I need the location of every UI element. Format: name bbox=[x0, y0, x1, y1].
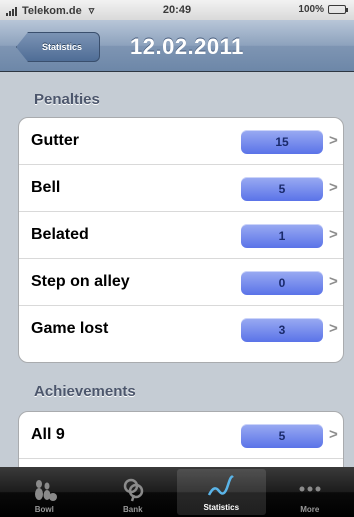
coins-icon bbox=[119, 475, 147, 503]
table-row-all-9[interactable]: All 9 5 > bbox=[19, 412, 343, 459]
tab-label: Bank bbox=[122, 505, 143, 514]
chevron-right-icon: > bbox=[329, 320, 338, 337]
tab-bar: Bowl Bank Statistics More bbox=[0, 467, 354, 517]
chevron-right-icon: > bbox=[329, 273, 338, 290]
table-row-gutter[interactable]: Gutter 15 > bbox=[19, 118, 343, 165]
chevron-right-icon: > bbox=[329, 179, 338, 196]
achievements-group: All 9 5 > bbox=[18, 411, 344, 467]
table-row-belated[interactable]: Belated 1 > bbox=[19, 212, 343, 259]
penalties-group: Gutter 15 > Bell 5 > Belated 1 > Step on… bbox=[18, 117, 344, 363]
tab-bank[interactable]: Bank bbox=[89, 467, 178, 517]
tab-label: Bowl bbox=[34, 505, 54, 514]
tab-label: Statistics bbox=[203, 503, 240, 512]
tab-bowl[interactable]: Bowl bbox=[0, 467, 89, 517]
chevron-right-icon: > bbox=[329, 132, 338, 149]
count-badge: 0 bbox=[241, 271, 323, 295]
row-label: Bell bbox=[31, 179, 61, 196]
bowling-pins-icon bbox=[30, 475, 58, 503]
battery-percent: 100% bbox=[298, 4, 324, 15]
line-graph-icon bbox=[207, 473, 235, 501]
chevron-right-icon: > bbox=[329, 426, 338, 443]
chevron-right-icon: > bbox=[329, 226, 338, 243]
tab-statistics[interactable]: Statistics bbox=[177, 469, 266, 515]
table-row-step-on-alley[interactable]: Step on alley 0 > bbox=[19, 259, 343, 306]
table-row-bell[interactable]: Bell 5 > bbox=[19, 165, 343, 212]
tab-label: More bbox=[300, 505, 320, 514]
statistics-table[interactable]: Penalties Gutter 15 > Bell 5 > Belated 1… bbox=[0, 73, 354, 467]
tab-more[interactable]: More bbox=[266, 467, 354, 517]
row-label: Belated bbox=[31, 226, 89, 243]
battery-status: 100% bbox=[298, 4, 348, 15]
row-label: All 9 bbox=[31, 426, 65, 443]
status-bar: Telekom.de ▿ 20:49 100% bbox=[0, 0, 354, 20]
count-badge: 1 bbox=[241, 224, 323, 248]
back-button[interactable]: Statistics bbox=[16, 32, 100, 62]
section-header-penalties: Penalties bbox=[34, 91, 100, 108]
table-row-partial[interactable] bbox=[19, 459, 343, 467]
navigation-bar: Statistics 12.02.2011 bbox=[0, 20, 354, 72]
count-badge: 3 bbox=[241, 318, 323, 342]
table-row-game-lost[interactable]: Game lost 3 > bbox=[19, 306, 343, 353]
row-label: Step on alley bbox=[31, 273, 130, 290]
count-badge: 5 bbox=[241, 424, 323, 448]
row-label: Game lost bbox=[31, 320, 109, 337]
count-badge: 5 bbox=[241, 177, 323, 201]
section-header-achievements: Achievements bbox=[34, 383, 136, 400]
count-badge: 15 bbox=[241, 130, 323, 154]
battery-icon bbox=[328, 5, 348, 14]
row-label: Gutter bbox=[31, 132, 79, 149]
page-title: 12.02.2011 bbox=[130, 34, 244, 59]
more-dots-icon bbox=[296, 475, 324, 503]
